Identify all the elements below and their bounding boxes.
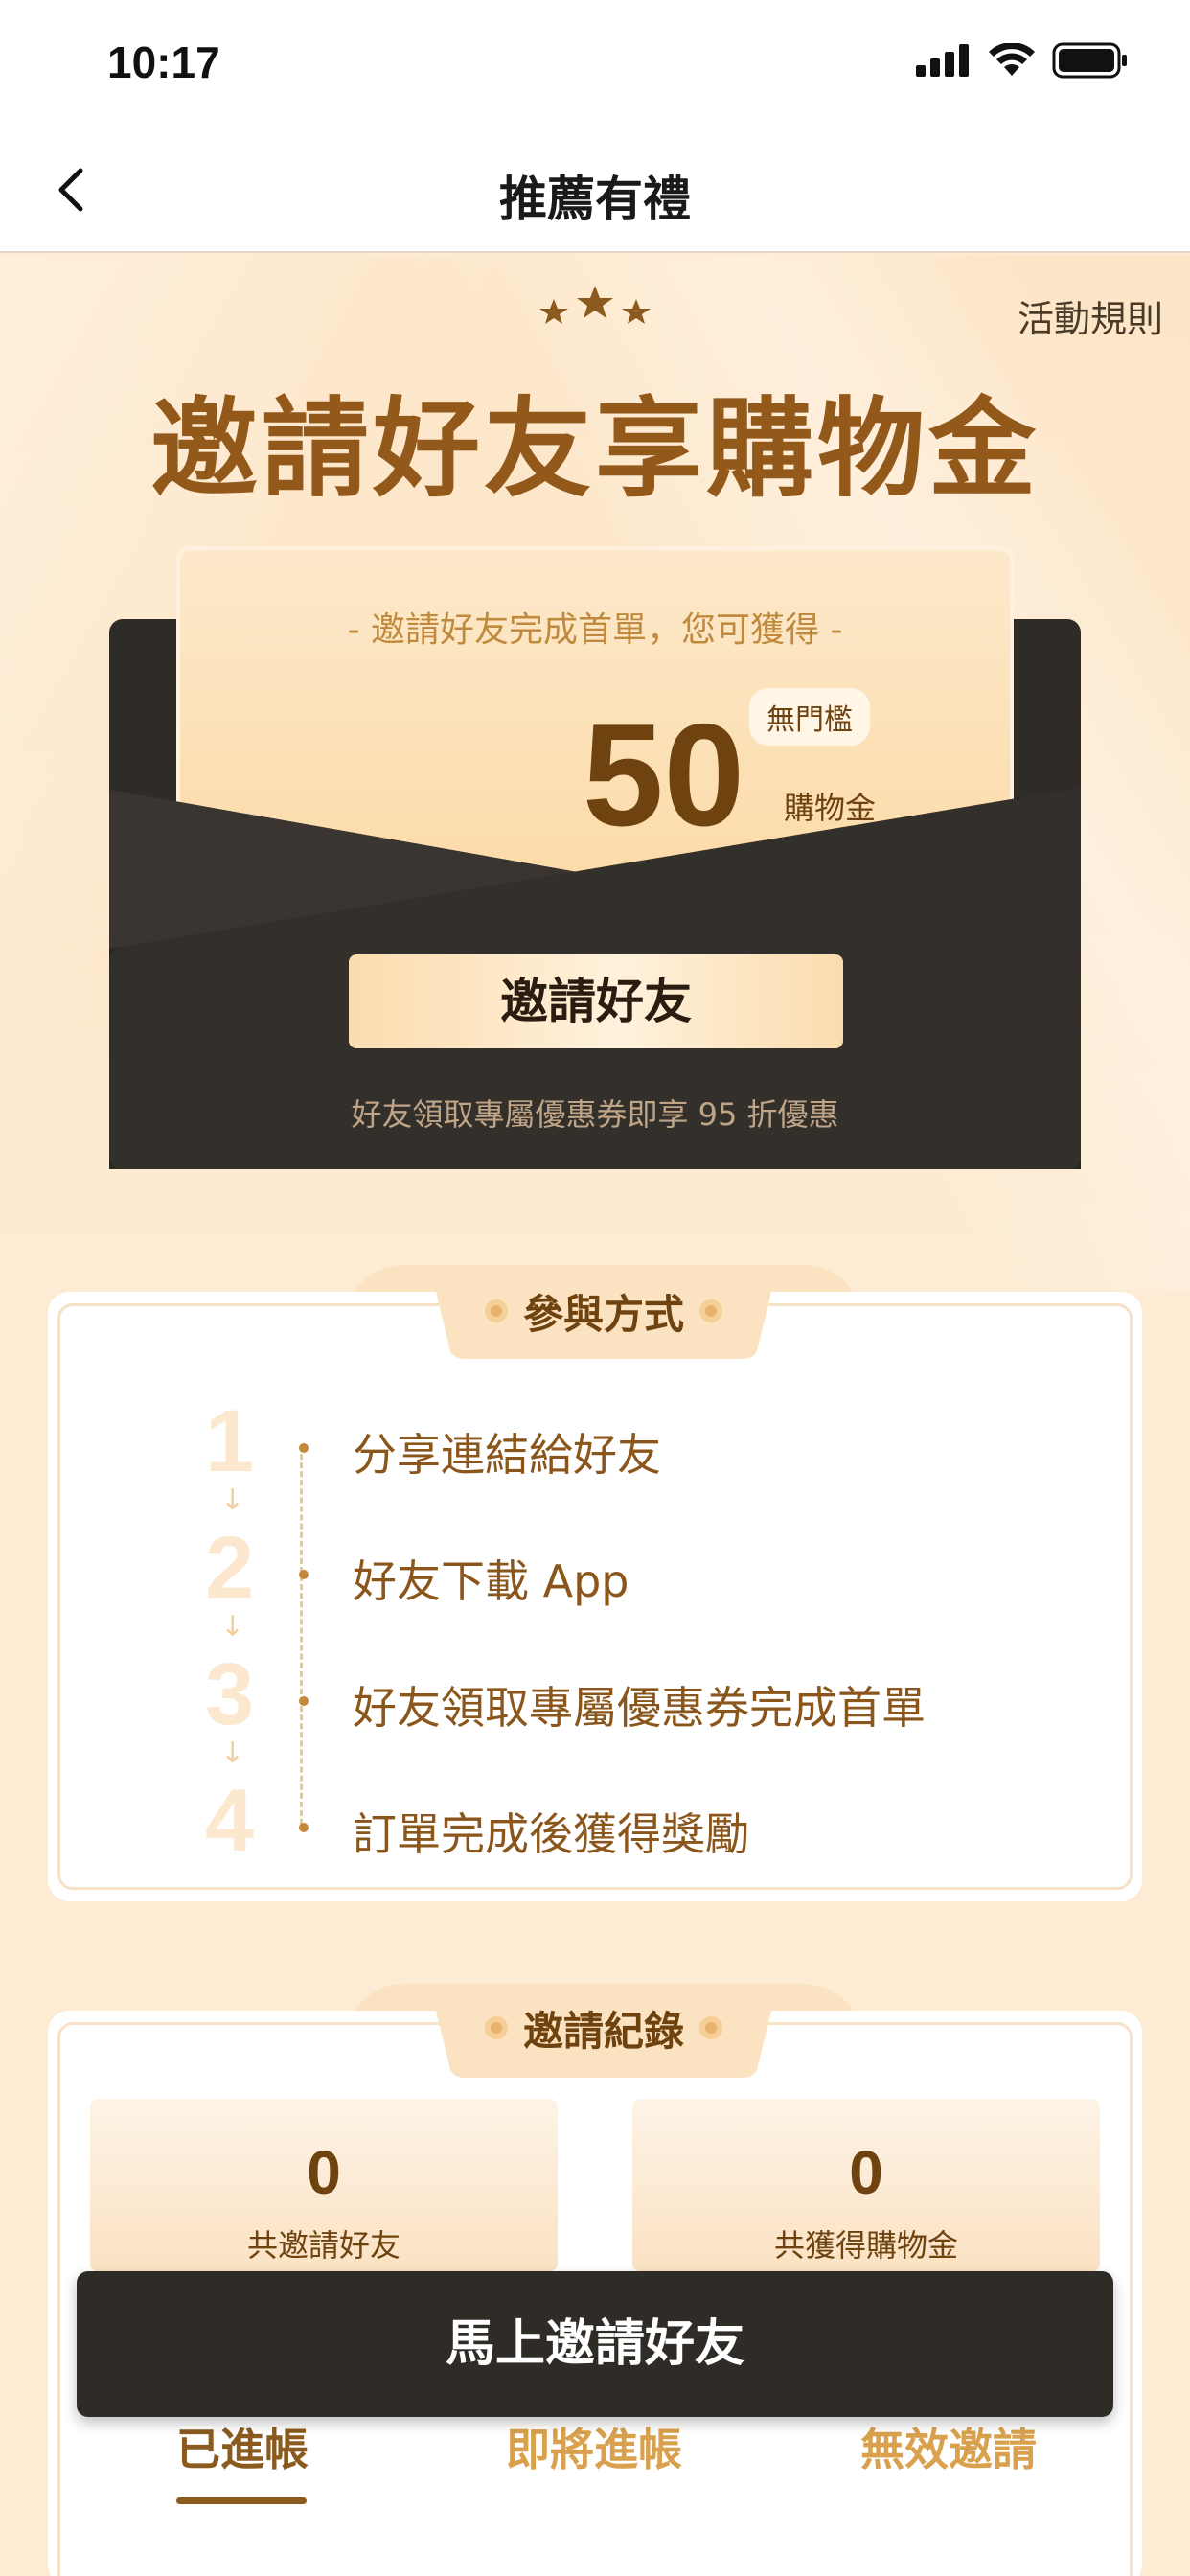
invite-friend-button[interactable]: 邀請好友: [349, 954, 843, 1048]
wifi-icon: [989, 43, 1035, 76]
tab-pending[interactable]: 即將進帳: [506, 2415, 682, 2478]
tab-invalid[interactable]: 無效邀請: [860, 2415, 1037, 2478]
step-text: 分享連結給好友: [353, 1429, 661, 1481]
ornament-dot-icon: [699, 2016, 722, 2039]
activity-rules-link[interactable]: 活動規則: [1018, 289, 1163, 342]
step-text: 好友領取專屬優惠券完成首單: [353, 1682, 926, 1734]
status-time: 10:17: [107, 37, 220, 87]
status-icons: [916, 42, 1129, 79]
step-dot: [299, 1570, 309, 1579]
records-header: 邀請紀錄: [450, 1982, 757, 2074]
active-tab-indicator: [176, 2497, 307, 2504]
envelope-front: [109, 788, 1081, 1169]
step-item: 4 訂單完成後獲得獎勵: [192, 1772, 1054, 1894]
cellular-signal-icon: [916, 44, 969, 77]
step-item: 3 ↓ 好友領取專屬優惠券完成首單: [192, 1645, 1054, 1770]
step-number: 1: [205, 1392, 255, 1490]
step-dot: [299, 1696, 309, 1706]
stat-label: 共獲得購物金: [773, 2227, 958, 2264]
down-arrow-icon: ↓: [220, 1610, 245, 1644]
reward-envelope: - 邀請好友完成首單，您可獲得 - 50 無門檻 購物金 邀請好友 好友領取專屬…: [109, 546, 1081, 1169]
ornament-dot-icon: [484, 2016, 508, 2039]
stat-label: 共邀請好友: [246, 2227, 400, 2264]
stat-value: 0: [307, 2138, 341, 2207]
participation-title: 參與方式: [522, 1290, 684, 1338]
records-list-panel: [63, 2542, 1127, 2576]
discount-note: 好友領取專屬優惠券即享 95 折優惠: [351, 1096, 839, 1133]
tab-credited[interactable]: 已進帳: [176, 2415, 309, 2478]
ornament-dot-icon: [484, 1300, 508, 1322]
step-number: 4: [205, 1772, 255, 1870]
step-number: 2: [205, 1519, 255, 1617]
status-bar: 10:17: [0, 0, 1190, 126]
down-arrow-icon: ↓: [220, 1484, 245, 1517]
battery-icon: [1052, 42, 1127, 79]
nav-bar: 推薦有禮: [0, 126, 1190, 253]
step-item: 1 ↓ 分享連結給好友: [192, 1392, 1054, 1517]
down-arrow-icon: ↓: [220, 1736, 245, 1770]
star-icon: [539, 299, 568, 324]
page-title: 推薦有禮: [499, 172, 691, 227]
step-text: 訂單完成後獲得獎勵: [353, 1808, 749, 1860]
stat-invited-friends: 0 共邀請好友: [90, 2099, 558, 2271]
star-icon: [622, 299, 651, 324]
ornament-dot-icon: [699, 1300, 722, 1322]
participation-header: 參與方式: [450, 1265, 757, 1357]
step-text: 好友下載 App: [353, 1555, 629, 1607]
stat-earned-credit: 0 共獲得購物金: [632, 2099, 1100, 2271]
stars-decoration: [539, 286, 651, 324]
records-title: 邀請紀錄: [522, 2007, 684, 2055]
step-dot: [299, 1443, 309, 1453]
step-number: 3: [205, 1645, 255, 1743]
hero-title: 邀請好友享購物金: [150, 387, 1040, 512]
invite-now-button[interactable]: 馬上邀請好友: [77, 2271, 1113, 2417]
star-icon: [577, 286, 613, 318]
step-dot: [299, 1823, 309, 1832]
step-item: 2 ↓ 好友下載 App: [192, 1519, 1054, 1644]
stat-value: 0: [849, 2138, 883, 2207]
